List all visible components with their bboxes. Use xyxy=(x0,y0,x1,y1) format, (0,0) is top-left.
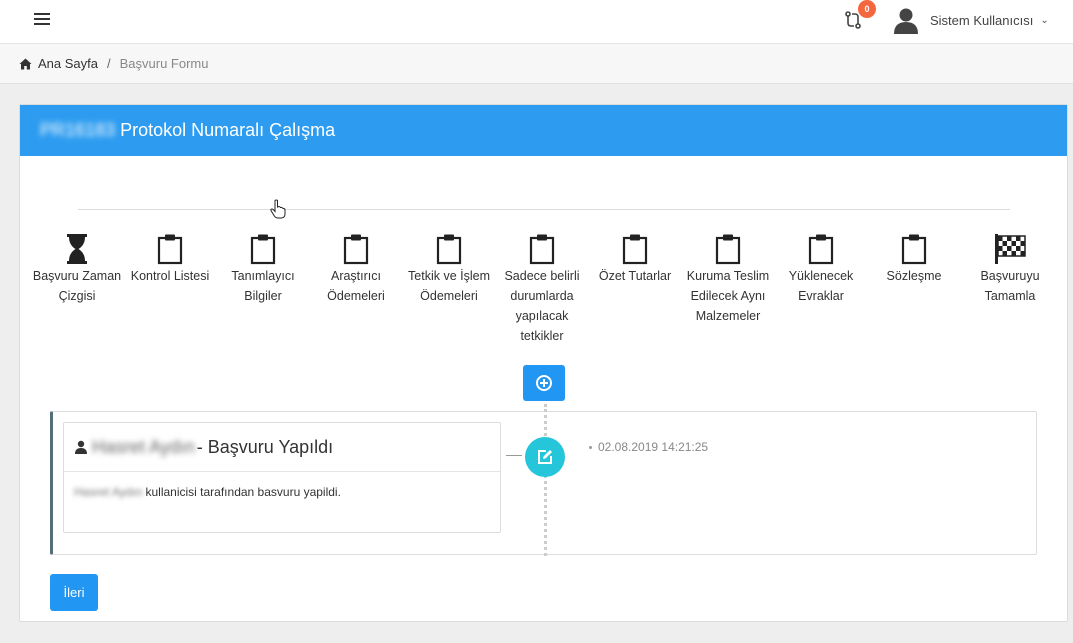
user-avatar-icon xyxy=(894,8,918,34)
clipboard-icon xyxy=(715,234,741,265)
timeline-entry-user: Hasret Aydın xyxy=(92,436,195,457)
hourglass-icon xyxy=(67,234,87,264)
step-label: Kuruma Teslim Edilecek Aynı Malzemeler xyxy=(686,269,770,323)
hand-cursor-icon xyxy=(270,199,286,219)
add-entry-button[interactable] xyxy=(523,365,565,401)
user-menu[interactable]: Sistem Kullanıcısı ⌄ xyxy=(892,4,1049,36)
step-label: Başvuru Zaman Çizgisi xyxy=(32,269,122,303)
next-button[interactable]: İleri xyxy=(50,574,98,611)
step-conditional-tests[interactable]: Sadece belirli durumlarda yapılacak tetk… xyxy=(497,233,587,346)
timeline-entry-header: Hasret Aydın - Başvuru Yapıldı xyxy=(64,423,500,472)
timeline-entry-user-short: Hasret Aydın xyxy=(74,485,143,499)
breadcrumb: Ana Sayfa / Başvuru Formu xyxy=(0,44,1073,84)
application-card: PR16183 Protokol Numaralı Çalışma Başvur… xyxy=(19,104,1068,622)
step-complete-application[interactable]: Başvuruyu Tamamla xyxy=(965,233,1055,306)
step-label: Özet Tutarlar xyxy=(598,269,672,283)
bullet xyxy=(589,446,592,450)
step-label: Yüklenecek Evraklar xyxy=(788,269,854,303)
step-checklist[interactable]: Kontrol Listesi xyxy=(125,233,215,286)
step-label: Sadece belirli durumlarda yapılacak tetk… xyxy=(504,269,580,343)
breadcrumb-current: Başvuru Formu xyxy=(119,56,209,71)
step-researcher-payments[interactable]: Araştırıcı Ödemeleri xyxy=(311,233,401,306)
user-icon xyxy=(75,440,87,454)
step-label: Tetkik ve İşlem Ödemeleri xyxy=(408,269,490,303)
clipboard-icon xyxy=(250,234,276,265)
timeline-entry-text: kullanicisi tarafından basvuru yapildi. xyxy=(145,485,341,499)
step-descriptive-info[interactable]: Tanımlayıcı Bilgiler xyxy=(218,233,308,306)
step-label: Kontrol Listesi xyxy=(130,269,210,283)
clipboard-icon xyxy=(901,234,927,265)
top-navbar: 0 Sistem Kullanıcısı ⌄ xyxy=(0,0,1073,44)
timeline-entry-title: - Başvuru Yapıldı xyxy=(196,436,334,457)
timeline-connector xyxy=(506,455,522,456)
clipboard-icon xyxy=(622,234,648,265)
step-label: Sözleşme xyxy=(886,269,942,283)
step-test-payments[interactable]: Tetkik ve İşlem Ödemeleri xyxy=(404,233,494,306)
clipboard-icon xyxy=(343,234,369,265)
plus-circle-icon xyxy=(536,375,552,391)
card-title: Protokol Numaralı Çalışma xyxy=(120,120,336,140)
step-label: Başvuruyu Tamamla xyxy=(980,269,1040,303)
timestamp-text: 02.08.2019 14:21:25 xyxy=(598,440,709,454)
timeline-entry-body: Hasret Aydın kullanicisi tarafından basvu… xyxy=(64,472,500,512)
chevron-down-icon: ⌄ xyxy=(1040,14,1049,26)
step-label: Araştırıcı Ödemeleri xyxy=(327,269,385,303)
steps-connector-line xyxy=(78,209,1010,210)
notifications-button[interactable]: 0 xyxy=(843,0,876,32)
menu-toggle-icon[interactable] xyxy=(34,13,50,27)
breadcrumb-separator: / xyxy=(107,56,111,71)
step-documents[interactable]: Yüklenecek Evraklar xyxy=(776,233,866,306)
edit-icon xyxy=(538,450,552,464)
step-timeline[interactable]: Başvuru Zaman Çizgisi xyxy=(32,233,122,306)
step-summary-amounts[interactable]: Özet Tutarlar xyxy=(590,233,680,286)
timeline-badge xyxy=(525,437,565,477)
clipboard-icon xyxy=(436,234,462,265)
step-contract[interactable]: Sözleşme xyxy=(869,233,959,286)
clipboard-icon xyxy=(529,234,555,265)
clipboard-icon xyxy=(808,234,834,265)
home-icon xyxy=(19,58,32,69)
user-name: Sistem Kullanıcısı xyxy=(930,12,1034,28)
protocol-number: PR16183 xyxy=(40,120,116,140)
step-materials[interactable]: Kuruma Teslim Edilecek Aynı Malzemeler xyxy=(683,233,773,326)
step-label: Tanımlayıcı Bilgiler xyxy=(231,269,295,303)
checkered-flag-icon xyxy=(995,234,1026,264)
timeline-vertical-line xyxy=(544,404,547,556)
timeline-entry-timestamp: 02.08.2019 14:21:25 xyxy=(589,440,708,454)
breadcrumb-home-link[interactable]: Ana Sayfa xyxy=(38,56,98,71)
notification-count-badge: 0 xyxy=(858,0,876,18)
timeline-entry-panel: Hasret Aydın - Başvuru Yapıldı Hasret Ay… xyxy=(63,422,501,533)
clipboard-icon xyxy=(157,234,183,265)
card-header: PR16183 Protokol Numaralı Çalışma xyxy=(20,105,1067,156)
